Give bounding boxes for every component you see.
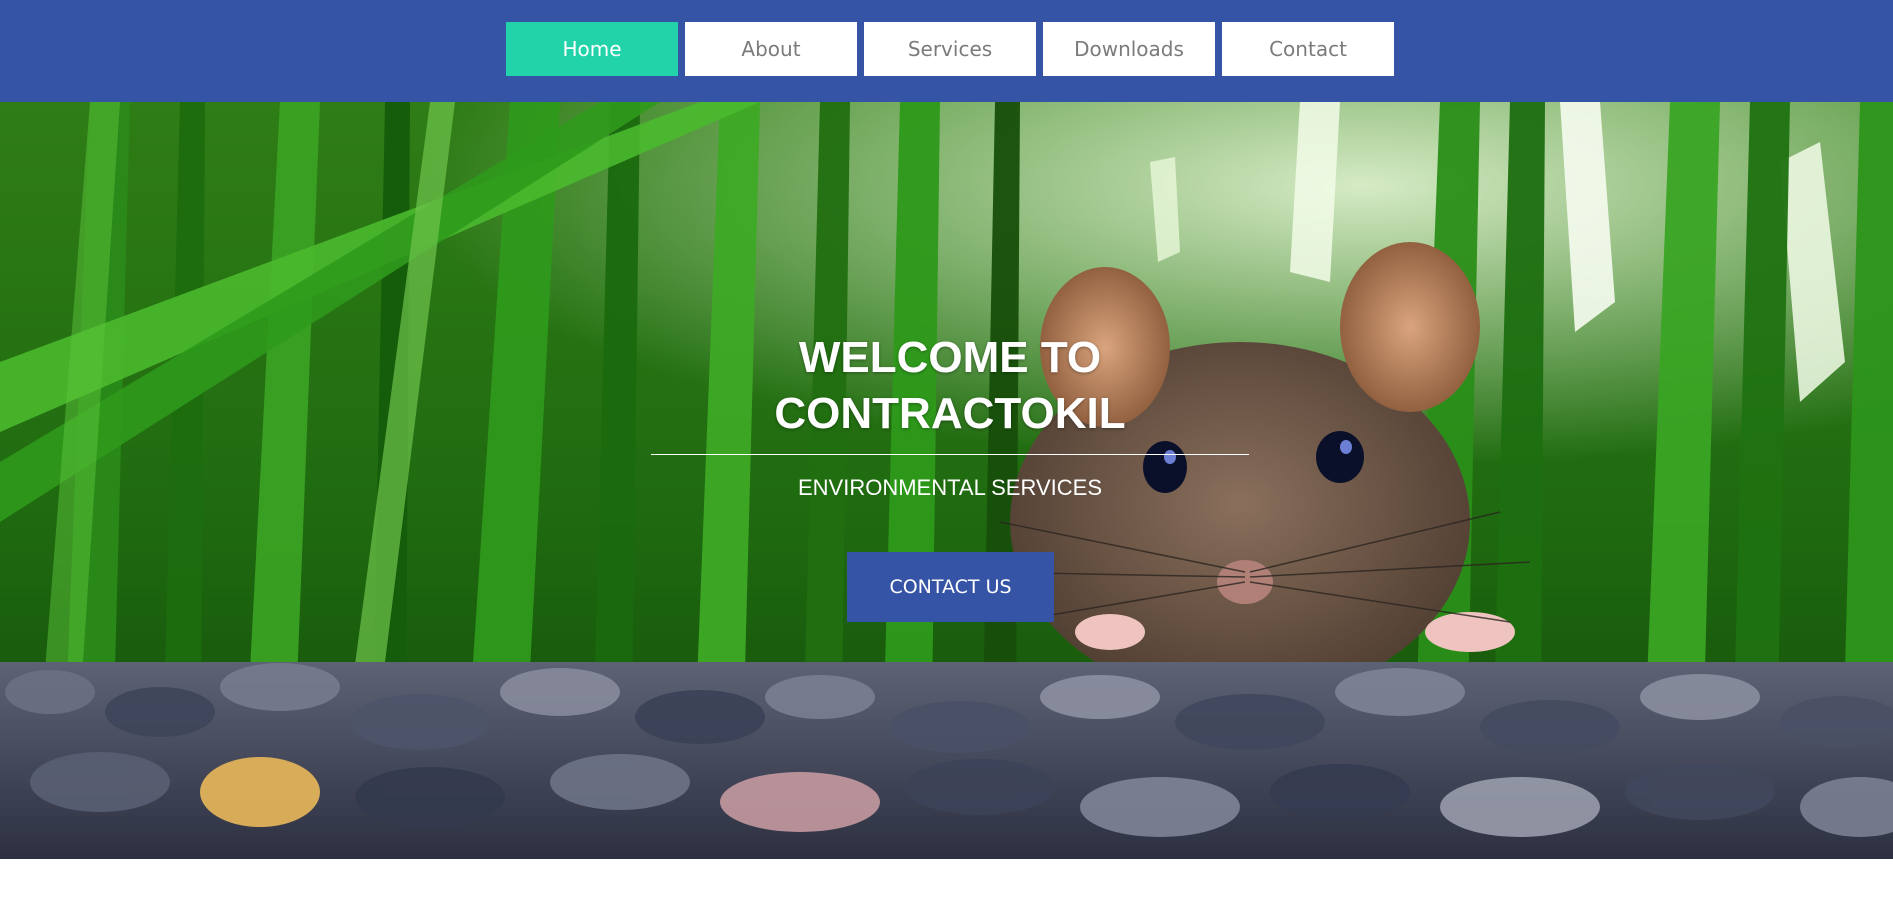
nav-item-contact[interactable]: Contact [1222, 22, 1394, 76]
hero-title: WELCOME TO CONTRACTOKIL [651, 330, 1249, 442]
hero-banner: WELCOME TO CONTRACTOKIL ENVIRONMENTAL SE… [0, 102, 1893, 859]
hero-title-line1: WELCOME TO [798, 333, 1102, 382]
hero-divider [651, 454, 1249, 455]
top-header-bar: Home About Services Downloads Contact [0, 0, 1893, 102]
contact-us-button[interactable]: CONTACT US [847, 552, 1054, 622]
hero-title-line2: CONTRACTOKIL [774, 389, 1126, 438]
nav-item-downloads[interactable]: Downloads [1043, 22, 1215, 76]
nav-item-services[interactable]: Services [864, 22, 1036, 76]
hero-subtitle: ENVIRONMENTAL SERVICES [798, 475, 1102, 500]
nav-item-about[interactable]: About [685, 22, 857, 76]
nav-item-home[interactable]: Home [506, 22, 678, 76]
main-navigation: Home About Services Downloads Contact [506, 22, 1394, 76]
